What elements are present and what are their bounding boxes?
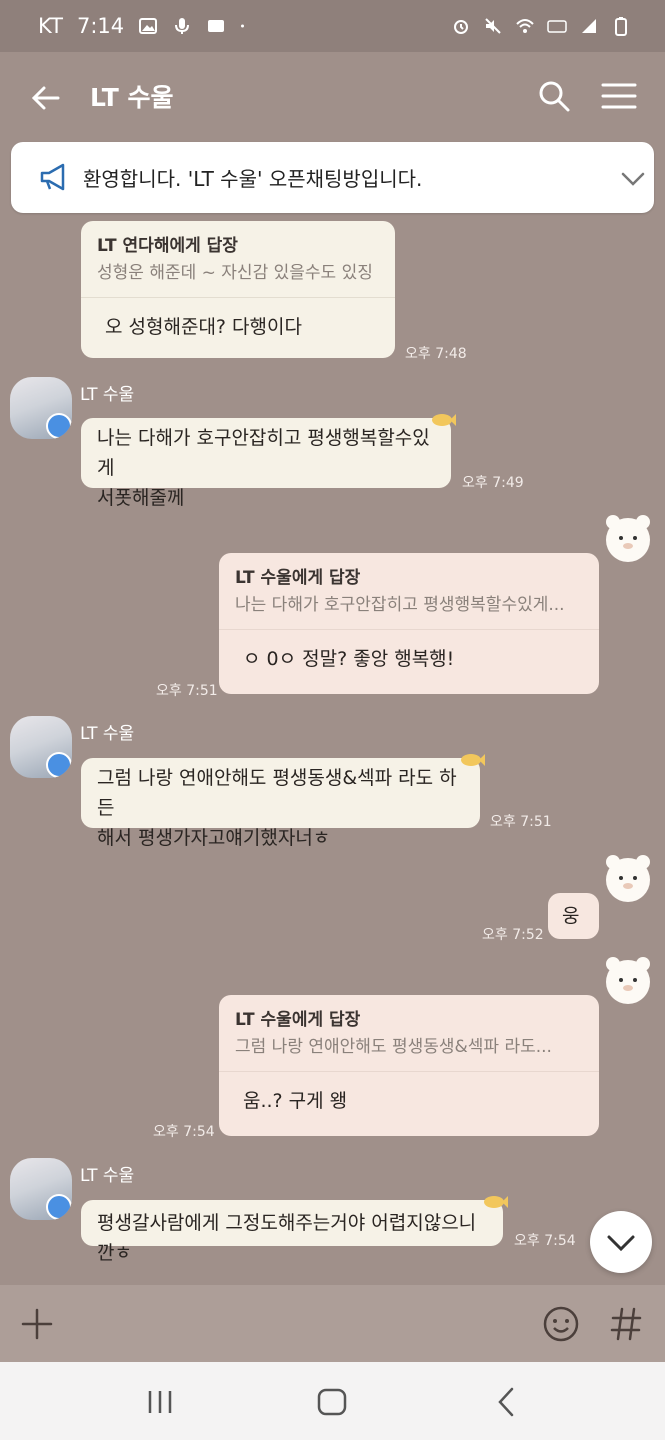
message-line: 해서 평생가자고얘기했자너ㅎ [97, 827, 331, 849]
fish-reaction-icon [461, 754, 485, 766]
hd-icon [547, 20, 567, 33]
reply-target: LT 수울에게 답장 [235, 568, 361, 588]
notice-banner[interactable]: 환영합니다. 'LT 수울' 오픈채팅방입니다. [11, 142, 654, 213]
chevron-down-icon[interactable] [619, 166, 647, 190]
message-text: 그럼 나랑 연애안해도 평생동생&섹파 라도 하든 해서 평생가자고얘기했자너ㅎ [81, 758, 480, 858]
avatar[interactable] [10, 716, 72, 778]
bear-avatar-icon [606, 515, 650, 562]
notice-text: 환영합니다. 'LT 수울' 오픈채팅방입니다. [83, 167, 423, 191]
message-text: 움..? 구게 왱 [243, 1090, 348, 1112]
status-bar: KT 7:14 [0, 0, 665, 52]
reply-header: LT 연다해에게 답장 성형운 해준데 ~ 자신감 있을수도 있징 [81, 221, 395, 298]
message-line: 평생갈사람에게 그정도해주는거야 어렵지않으니깐ㅎ [97, 1212, 477, 1264]
mic-icon [175, 18, 190, 34]
reply-quote: 성형운 해준데 ~ 자신감 있을수도 있징 [97, 263, 373, 283]
signal-icon [582, 19, 596, 33]
fish-reaction-icon [432, 414, 456, 426]
megaphone-icon [40, 163, 65, 191]
reply-header: LT 수울에게 답장 그럼 나랑 연애안해도 평생동생&섹파 라도... [219, 995, 599, 1072]
menu-icon[interactable] [600, 78, 638, 114]
dot-icon [241, 24, 245, 28]
message-time: 오후 7:54 [514, 1233, 576, 1249]
message-text: 평생갈사람에게 그정도해주는거야 어렵지않으니깐ㅎ [81, 1200, 503, 1276]
message-time: 오후 7:48 [405, 346, 467, 362]
avatar[interactable] [10, 1158, 72, 1220]
plus-icon[interactable] [20, 1307, 54, 1341]
clock: 7:14 [76, 14, 125, 38]
message-input-bar [0, 1285, 665, 1362]
crown-badge-icon [46, 1194, 72, 1220]
message-bubble[interactable]: 그럼 나랑 연애안해도 평생동생&섹파 라도 하든 해서 평생가자고얘기했자너ㅎ [81, 758, 480, 849]
gallery-icon [139, 18, 158, 34]
back-icon[interactable] [494, 1386, 518, 1418]
scroll-down-button[interactable] [590, 1211, 652, 1273]
sender-name: LT 수울 [80, 1166, 135, 1186]
wifi-icon [516, 19, 534, 33]
reply-message[interactable]: LT 수울에게 답장 그럼 나랑 연애안해도 평생동생&섹파 라도... 움..… [219, 995, 599, 1136]
chat-header: LT 수울 [0, 52, 665, 142]
reply-quote: 나는 다해가 호구안잡히고 평생행복할수있게... [235, 595, 565, 615]
sender-name: LT 수울 [80, 385, 135, 405]
message-line: 그럼 나랑 연애안해도 평생동생&섹파 라도 하든 [97, 767, 457, 819]
reply-quote: 그럼 나랑 연애안해도 평생동생&섹파 라도... [235, 1037, 552, 1057]
message-bubble[interactable]: 나는 다해가 호구안잡히고 평생행복할수있게 서폿해줄께 [81, 418, 451, 509]
network-5g-icon [208, 20, 225, 32]
message-text: 오 성형해준대? 다행이다 [105, 316, 302, 338]
crown-badge-icon [46, 413, 72, 439]
message-text: 웅 [562, 905, 580, 927]
back-arrow-icon[interactable] [28, 80, 64, 116]
reply-message[interactable]: LT 수울에게 답장 나는 다해가 호구안잡히고 평생행복할수있게... ㅇ 0… [219, 553, 599, 694]
system-navigation-bar [0, 1362, 665, 1440]
alarm-icon [454, 20, 468, 34]
message-time: 오후 7:51 [490, 814, 552, 830]
home-icon[interactable] [316, 1387, 348, 1417]
avatar[interactable] [10, 377, 72, 439]
bear-avatar-icon [606, 957, 650, 1004]
fish-reaction-icon [484, 1196, 508, 1208]
message-time: 오후 7:54 [153, 1124, 215, 1140]
message-bubble[interactable]: 웅 [548, 893, 599, 939]
message-line: 나는 다해가 호구안잡히고 평생행복할수있게 [97, 427, 430, 479]
message-line: 서폿해줄께 [97, 487, 185, 509]
carrier-label: KT [38, 14, 63, 38]
hash-icon[interactable] [608, 1305, 644, 1343]
message-time: 오후 7:52 [482, 927, 544, 943]
crown-badge-icon [46, 752, 72, 778]
search-icon[interactable] [536, 78, 572, 114]
reply-target: LT 연다해에게 답장 [97, 236, 238, 256]
reply-header: LT 수울에게 답장 나는 다해가 호구안잡히고 평생행복할수있게... [219, 553, 599, 630]
message-text: 나는 다해가 호구안잡히고 평생행복할수있게 서폿해줄께 [81, 418, 451, 518]
message-text: ㅇ 0ㅇ 정말? 좋앙 행복행! [243, 648, 455, 670]
message-time: 오후 7:51 [156, 683, 218, 699]
bear-avatar-icon [606, 855, 650, 902]
emoji-icon[interactable] [542, 1305, 580, 1343]
reply-message[interactable]: LT 연다해에게 답장 성형운 해준데 ~ 자신감 있을수도 있징 오 성형해준… [81, 221, 395, 358]
mute-icon [485, 18, 501, 34]
message-time: 오후 7:49 [462, 475, 524, 491]
reply-target: LT 수울에게 답장 [235, 1010, 361, 1030]
chevron-down-icon [607, 1235, 635, 1252]
message-bubble[interactable]: 평생갈사람에게 그정도해주는거야 어렵지않으니깐ㅎ [81, 1200, 503, 1264]
recents-icon[interactable] [146, 1389, 174, 1415]
chat-title: LT 수울 [90, 83, 174, 112]
battery-icon [615, 17, 627, 36]
sender-name: LT 수울 [80, 724, 135, 744]
